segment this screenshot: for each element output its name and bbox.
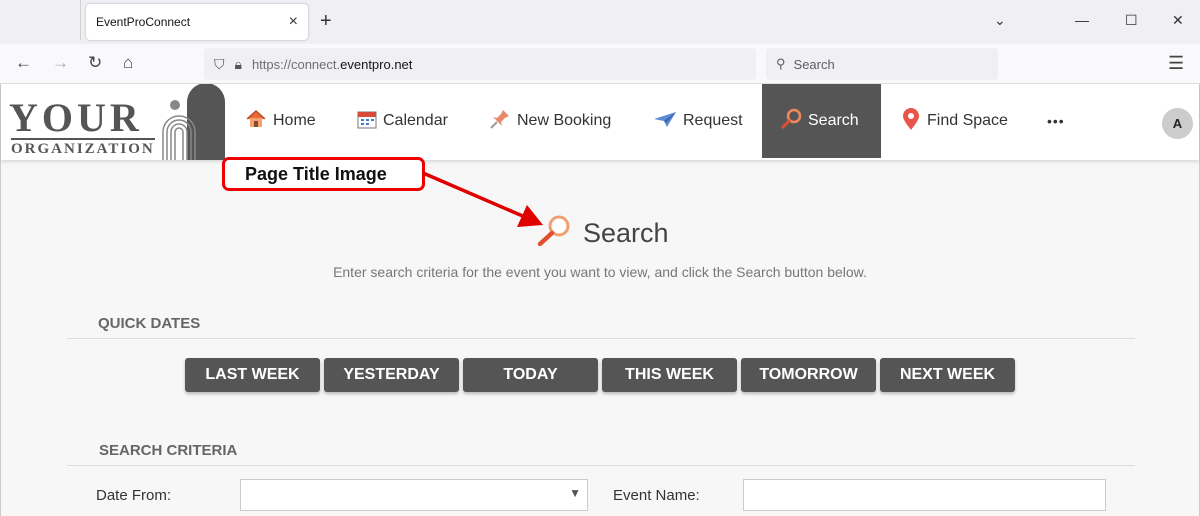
browser-tab[interactable]: EventProConnect × <box>86 4 308 40</box>
annotation-label: Page Title Image <box>245 163 387 184</box>
quick-dates-buttons: LAST WEEK YESTERDAY TODAY THIS WEEK TOMO… <box>185 358 1015 392</box>
nav-home[interactable]: Home <box>235 84 326 158</box>
nav-search-label: Search <box>808 112 859 129</box>
tomorrow-button[interactable]: TOMORROW <box>741 358 876 392</box>
nav-request[interactable]: Request <box>643 84 753 158</box>
logo-line2: ORGANIZATION <box>11 138 155 158</box>
minimize-button[interactable]: — <box>1075 12 1089 28</box>
nav-new-booking-label: New Booking <box>517 112 612 129</box>
nav-calendar[interactable]: Calendar <box>347 84 458 158</box>
date-from-label: Date From: <box>96 487 172 504</box>
browser-navbar: ← → ↻ ⌂ ⛉ 🔒︎ https://connect. eventpro.ne… <box>0 44 1200 84</box>
divider <box>67 465 1135 466</box>
home-icon <box>245 109 267 134</box>
browser-search-bar[interactable]: ⚲ Search <box>766 48 998 80</box>
search-criteria-heading: SEARCH CRITERIA <box>99 442 238 459</box>
nav-request-label: Request <box>683 112 743 129</box>
page-subtitle: Enter search criteria for the event you … <box>333 264 867 280</box>
this-week-button[interactable]: THIS WEEK <box>602 358 737 392</box>
next-week-button[interactable]: NEXT WEEK <box>880 358 1015 392</box>
annotation-callout: Page Title Image <box>222 157 425 191</box>
nav-calendar-label: Calendar <box>383 112 448 129</box>
date-from-select[interactable]: ▼ <box>240 479 588 511</box>
home-icon[interactable]: ⌂ <box>123 53 133 73</box>
reload-icon[interactable]: ↻ <box>88 53 102 73</box>
app-page: YOUR ORGANIZATION Home Calendar New Book… <box>0 84 1200 516</box>
divider <box>67 338 1135 339</box>
tab-list-chevron-icon[interactable]: ⌄ <box>994 12 1006 29</box>
shield-icon[interactable]: ⛉ <box>214 56 225 73</box>
url-protocol: https://connect. <box>251 56 341 72</box>
logo-arch-icon <box>162 84 225 160</box>
tab-title: EventProConnect <box>96 15 191 29</box>
maximize-button[interactable]: ☐ <box>1125 12 1138 29</box>
avatar[interactable]: A <box>1162 108 1193 139</box>
search-icon: ⚲ <box>776 56 786 71</box>
page-title-text: Search <box>583 218 669 248</box>
quick-dates-heading: QUICK DATES <box>98 315 201 332</box>
today-button[interactable]: TODAY <box>463 358 598 392</box>
magnifier-icon <box>780 108 802 135</box>
nav-find-space-label: Find Space <box>927 112 1008 129</box>
annotation-arrow-icon <box>422 171 543 227</box>
event-name-label: Event Name: <box>613 487 700 504</box>
url-host: eventpro.net <box>340 56 413 72</box>
pin-icon <box>489 108 511 135</box>
last-week-button[interactable]: LAST WEEK <box>185 358 320 392</box>
back-arrow-icon[interactable]: ← <box>15 53 32 73</box>
tab-close-icon[interactable]: × <box>289 13 298 31</box>
organization-logo[interactable]: YOUR ORGANIZATION <box>5 84 225 160</box>
menu-icon[interactable]: ☰ <box>1168 53 1184 74</box>
browser-tabbar: EventProConnect × + ⌄ — ☐ ✕ <box>0 0 1200 44</box>
tab-separator <box>80 0 81 40</box>
paper-plane-icon <box>653 109 677 134</box>
lock-icon[interactable]: 🔒︎ <box>235 56 242 73</box>
more-menu-button[interactable]: ••• <box>1037 84 1075 158</box>
logo-line1: YOUR <box>9 95 143 140</box>
new-tab-button[interactable]: + <box>320 10 332 33</box>
app-navbar: YOUR ORGANIZATION Home Calendar New Book… <box>1 84 1199 160</box>
search-placeholder: Search <box>793 56 835 72</box>
yesterday-button[interactable]: YESTERDAY <box>324 358 459 392</box>
map-pin-icon <box>901 107 921 136</box>
nav-find-space[interactable]: Find Space <box>891 84 1018 158</box>
page-title: Search <box>537 214 669 253</box>
forward-arrow-icon[interactable]: → <box>52 53 69 73</box>
event-name-field[interactable] <box>743 479 1106 511</box>
nav-home-label: Home <box>273 112 316 129</box>
chevron-down-icon: ▼ <box>569 486 581 500</box>
nav-new-booking[interactable]: New Booking <box>479 84 621 158</box>
magnifier-icon <box>537 214 571 253</box>
nav-search[interactable]: Search <box>762 84 881 158</box>
url-bar[interactable]: ⛉ 🔒︎ https://connect. eventpro.net <box>204 48 756 80</box>
close-window-button[interactable]: ✕ <box>1172 12 1184 29</box>
calendar-icon <box>357 109 377 134</box>
